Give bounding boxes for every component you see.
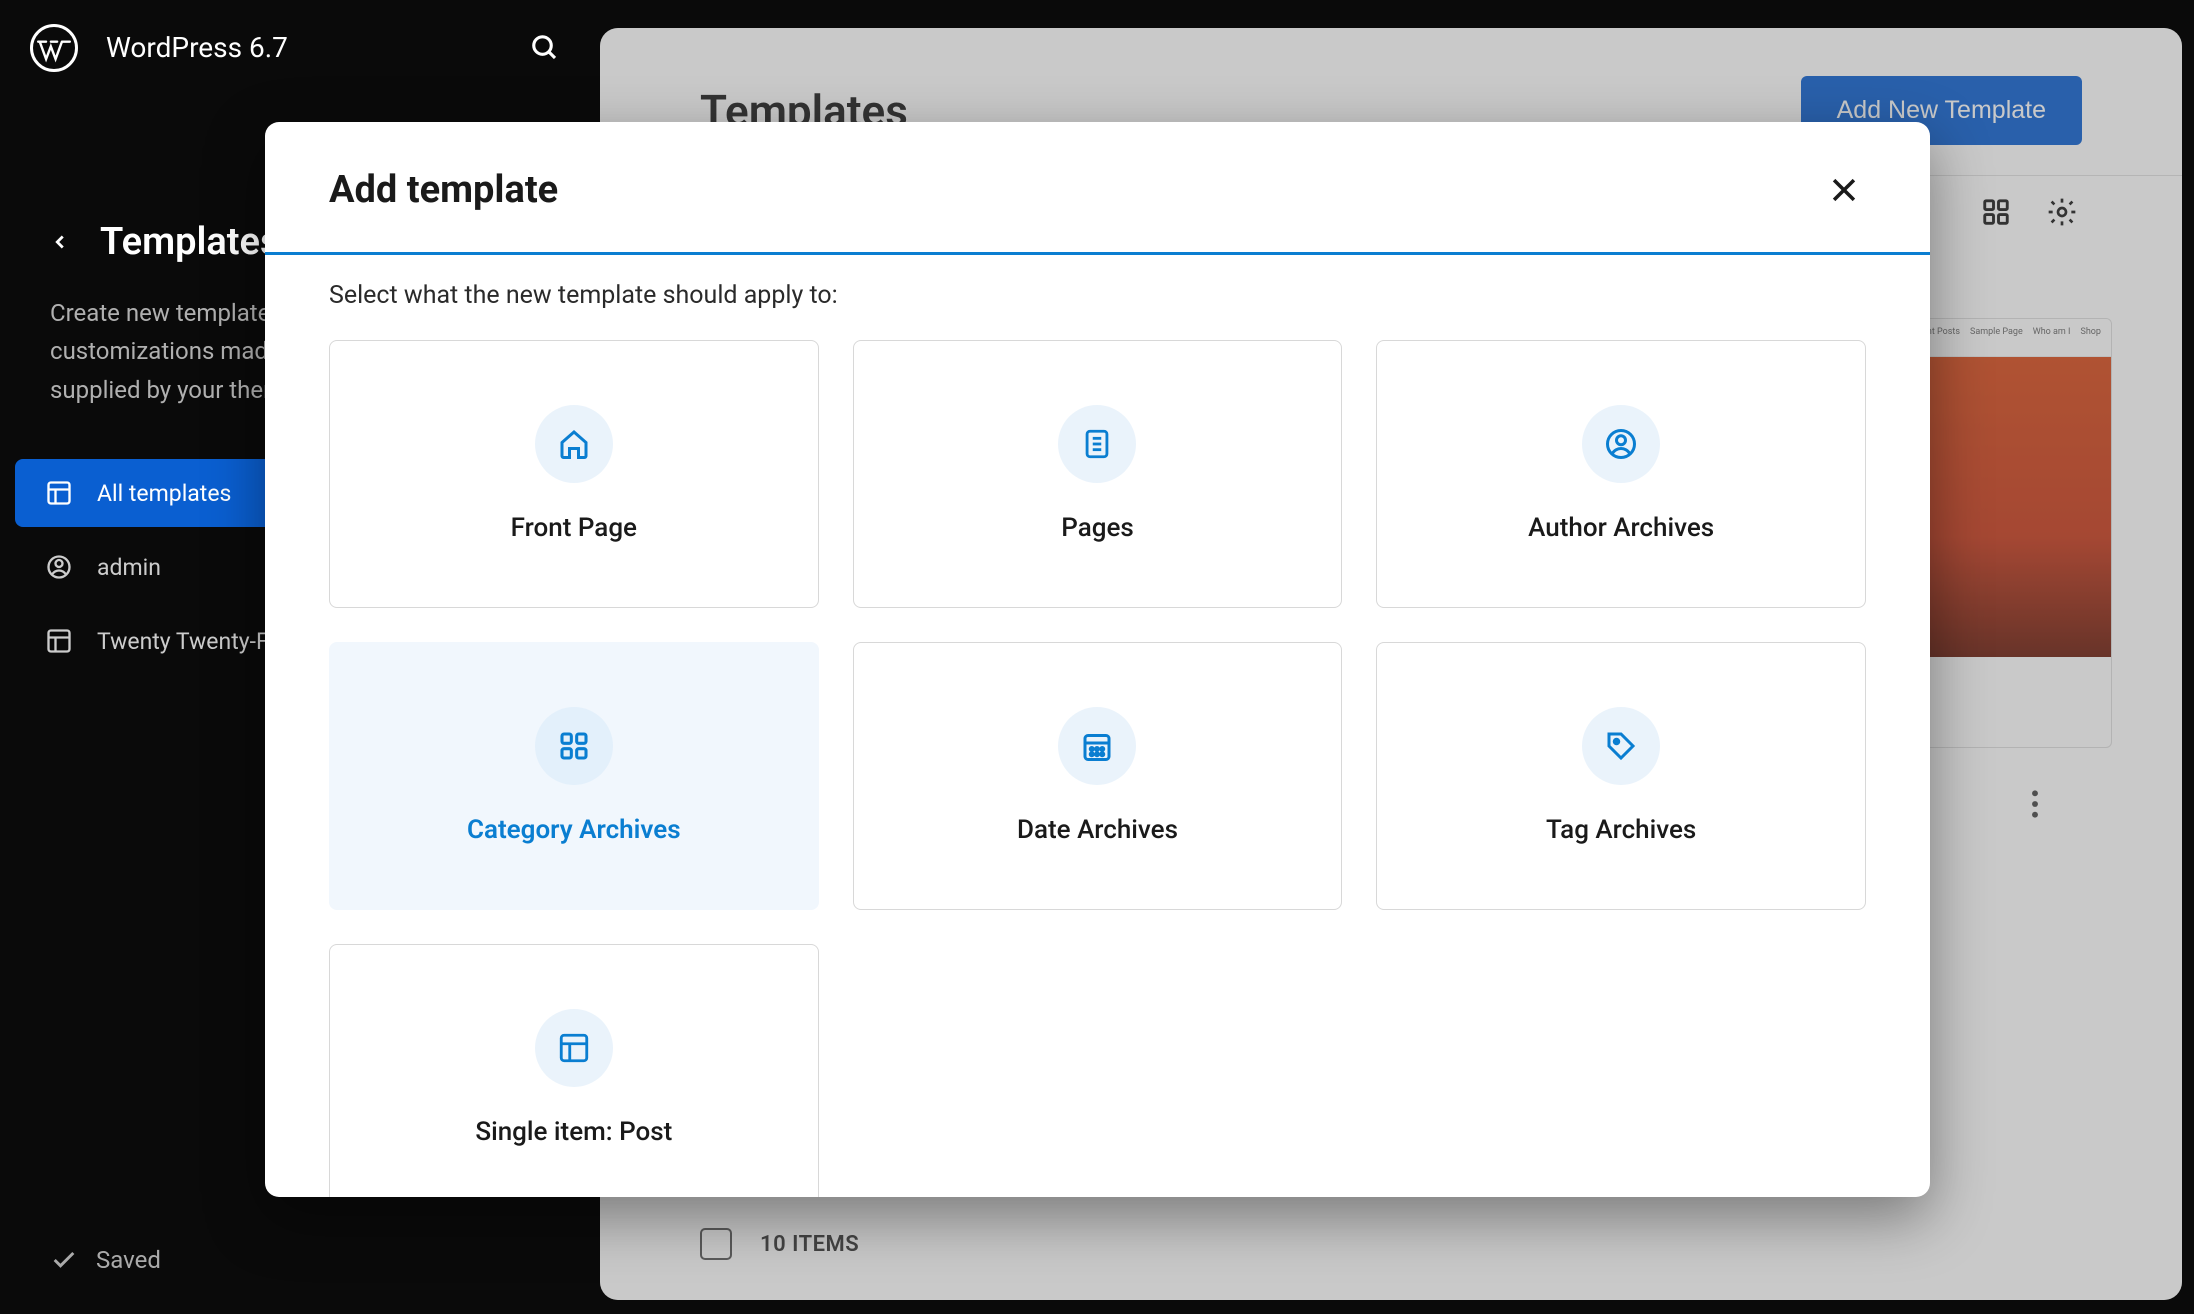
- search-button[interactable]: [525, 28, 565, 68]
- template-option-label: Author Archives: [1528, 513, 1714, 543]
- saved-label: Saved: [96, 1246, 161, 1274]
- page-icon: [1058, 405, 1136, 483]
- template-option-label: Tag Archives: [1546, 815, 1696, 845]
- calendar-icon: [1058, 707, 1136, 785]
- back-button[interactable]: [40, 222, 80, 262]
- home-icon: [535, 405, 613, 483]
- sidebar-item-label: admin: [97, 554, 161, 581]
- grid-icon: [535, 707, 613, 785]
- wordpress-logo-icon[interactable]: [30, 24, 78, 72]
- layout-icon: [43, 477, 75, 509]
- template-option-label: Front Page: [511, 513, 637, 543]
- single-layout-icon: [535, 1009, 613, 1087]
- template-option-category-archives[interactable]: Category Archives: [329, 642, 819, 910]
- template-option-label: Category Archives: [467, 815, 681, 845]
- site-title: WordPress 6.7: [106, 31, 288, 64]
- user-icon: [43, 551, 75, 583]
- layout-icon: [43, 625, 75, 657]
- app-header: WordPress 6.7: [0, 0, 595, 95]
- modal-title: Add template: [329, 168, 558, 212]
- template-option-front-page[interactable]: Front Page: [329, 340, 819, 608]
- sidebar-item-label: All templates: [97, 480, 231, 507]
- user-icon: [1582, 405, 1660, 483]
- sidebar-title: Templates: [100, 220, 279, 264]
- template-option-label: Pages: [1061, 513, 1134, 543]
- template-option-date-archives[interactable]: Date Archives: [853, 642, 1343, 910]
- template-option-author-archives[interactable]: Author Archives: [1376, 340, 1866, 608]
- template-option-tag-archives[interactable]: Tag Archives: [1376, 642, 1866, 910]
- close-button[interactable]: [1822, 168, 1866, 212]
- add-template-modal: Add template Select what the new templat…: [265, 122, 1930, 1197]
- template-option-pages[interactable]: Pages: [853, 340, 1343, 608]
- saved-status: Saved: [50, 1246, 161, 1274]
- modal-prompt: Select what the new template should appl…: [329, 281, 1866, 310]
- template-option-single-post[interactable]: Single item: Post: [329, 944, 819, 1197]
- template-option-label: Date Archives: [1017, 815, 1178, 845]
- template-option-label: Single item: Post: [475, 1117, 672, 1147]
- check-icon: [50, 1246, 78, 1274]
- template-options-grid: Front Page Pages Author Archives: [329, 340, 1866, 1197]
- tag-icon: [1582, 707, 1660, 785]
